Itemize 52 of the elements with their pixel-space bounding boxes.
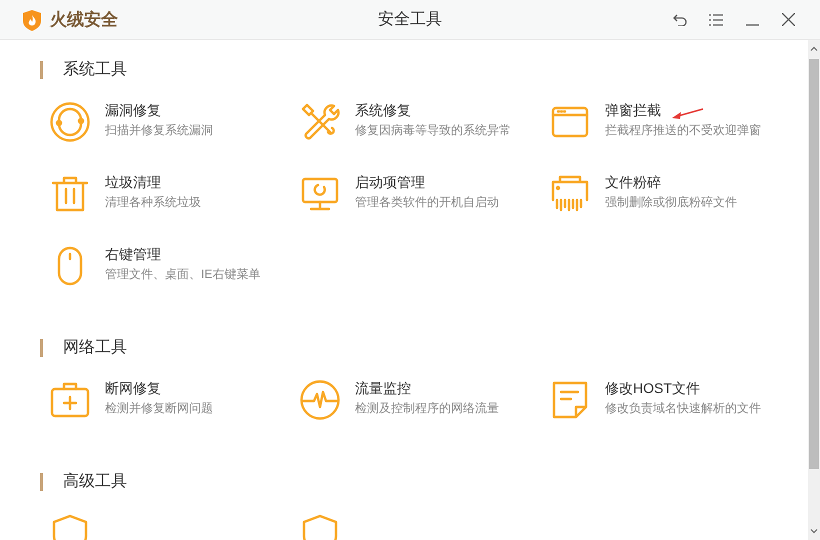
shredder-icon [550, 174, 590, 214]
wrench-screwdriver-icon [300, 102, 340, 142]
tool-item[interactable]: 右键管理 管理文件、桌面、IE右键菜单 [50, 246, 300, 318]
tool-description: 管理各类软件的开机自启动 [355, 194, 499, 211]
circle-arrows-icon [50, 102, 90, 142]
section-heading: 网络工具 [63, 338, 127, 358]
section-heading: 系统工具 [63, 60, 127, 80]
tool-description: 强制删除或彻底粉碎文件 [605, 194, 737, 211]
menu-icon [709, 14, 723, 26]
tool-title: 修改HOST文件 [605, 379, 700, 398]
tool-title: 流量监控 [355, 379, 411, 398]
tool-title: 垃圾清理 [105, 173, 161, 192]
section-heading: 高级工具 [63, 472, 127, 492]
tool-title: 断网修复 [105, 379, 161, 398]
tool-item[interactable]: 漏洞修复 扫描并修复系统漏洞 [50, 102, 300, 174]
trash-icon [50, 174, 90, 214]
close-icon [782, 13, 794, 26]
arrow-annotation [672, 108, 704, 120]
tool-title: 漏洞修复 [105, 101, 161, 120]
undo-icon [673, 14, 687, 26]
scroll-down-icon [810, 529, 818, 534]
scrollbar[interactable] [808, 40, 820, 540]
app-name: 火绒安全 [50, 8, 118, 31]
tool-title: 文件粉碎 [605, 173, 661, 192]
scrollbar-thumb[interactable] [809, 59, 819, 469]
tool-item[interactable]: 系统修复 修复因病毒等导致的系统异常 [300, 102, 550, 174]
tool-title: 弹窗拦截 [605, 101, 661, 120]
tool-item[interactable]: 断网修复 检测并修复断网问题 [50, 380, 300, 452]
tool-description: 拦截程序推送的不受欢迎弹窗 [605, 122, 761, 139]
tool-description: 修复因病毒等导致的系统异常 [355, 122, 511, 139]
tool-item[interactable]: 垃圾清理 清理各种系统垃圾 [50, 174, 300, 246]
tool-title: 右键管理 [105, 245, 161, 264]
window-title: 安全工具 [378, 10, 442, 30]
tool-description: 检测及控制程序的网络流量 [355, 400, 499, 417]
tool-description: 管理文件、桌面、IE右键菜单 [105, 266, 260, 283]
tool-item[interactable]: 文件粉碎 强制删除或彻底粉碎文件 [550, 174, 800, 246]
shield-flame-logo-icon [22, 8, 42, 30]
tool-title: 系统修复 [355, 101, 411, 120]
tool-title: 启动项管理 [355, 173, 425, 192]
scroll-up-icon [810, 46, 818, 51]
tool-description: 检测并修复断网问题 [105, 400, 213, 417]
pulse-circle-icon [300, 380, 340, 420]
minimize-icon [746, 24, 758, 26]
tool-item[interactable]: 修改HOST文件 修改负责域名快速解析的文件 [550, 380, 800, 452]
tool-item[interactable]: 弹窗拦截 拦截程序推送的不受欢迎弹窗 [550, 102, 800, 174]
tool-description: 清理各种系统垃圾 [105, 194, 201, 211]
tool-item[interactable]: 启动项管理 管理各类软件的开机自启动 [300, 174, 550, 246]
tool-item[interactable]: 流量监控 检测及控制程序的网络流量 [300, 380, 550, 452]
note-icon [550, 380, 590, 420]
tool-description: 扫描并修复系统漏洞 [105, 122, 213, 139]
tool-description: 修改负责域名快速解析的文件 [605, 400, 761, 417]
first-aid-kit-icon [50, 380, 90, 420]
